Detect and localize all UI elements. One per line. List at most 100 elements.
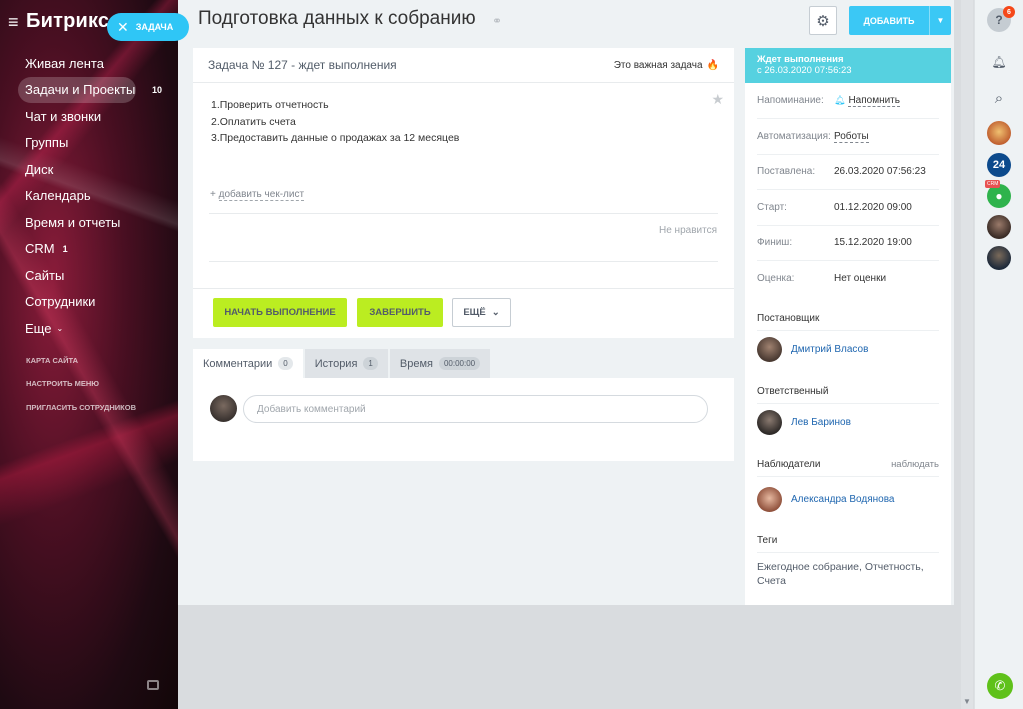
nav-item-label: Диск (25, 161, 54, 177)
create-task-label: ЗАДАЧА (135, 22, 174, 32)
tab-comments[interactable]: Комментарии 0 (193, 349, 303, 378)
nav-item-label: Сайты (25, 267, 65, 283)
add-checklist-link[interactable]: добавить чек-лист (218, 189, 305, 201)
divider (209, 213, 718, 214)
nav-item-disk[interactable]: Диск (18, 156, 168, 183)
row-key: Поставлена: (757, 166, 816, 177)
row-key: Автоматизация: (757, 131, 831, 142)
nav-item-calendar[interactable]: Календарь (18, 183, 168, 210)
responsible-person[interactable]: Лев Баринов (757, 410, 851, 435)
close-icon: ✕ (117, 18, 129, 35)
row-value[interactable]: 15.12.2020 19:00 (834, 237, 912, 248)
creator-section: Постановщик (757, 313, 939, 331)
tab-history[interactable]: История 1 (304, 349, 388, 378)
finish-button[interactable]: ЗАВЕРШИТЬ (357, 298, 443, 327)
observer-name[interactable]: Александра Водянова (791, 494, 894, 505)
link-icon[interactable]: ⚭ (492, 14, 502, 28)
right-toolbar: ? 6 🔔︎ ⌕ 24 ● CRM ✆ (974, 0, 1023, 709)
scroll-down-icon[interactable]: ▼ (963, 697, 971, 706)
nav-item-label: Календарь (25, 188, 91, 204)
reminder-link[interactable]: Напомнить (848, 95, 900, 107)
start-row: Старт: 01.12.2020 09:00 (757, 190, 939, 226)
task-header: Задача № 127 - ждет выполнения Это важна… (193, 48, 734, 83)
nav-item-time[interactable]: Время и отчеты (18, 209, 168, 236)
crm-tag: CRM (985, 180, 1001, 188)
nav-item-label: CRM (25, 241, 55, 257)
settings-button[interactable]: ⚙ (809, 6, 837, 35)
brand: ≡ Битрикс (8, 10, 109, 33)
reminder-row: Напоминание: 🔔︎ Напомнить (757, 83, 939, 119)
nav-item-feed[interactable]: Живая лента (18, 50, 168, 77)
responsible-name[interactable]: Лев Баринов (791, 417, 851, 428)
chevron-down-icon[interactable]: ▼ (929, 6, 951, 35)
tab-badge: 00:00:00 (438, 357, 481, 370)
fire-icon: 🔥 (706, 59, 719, 71)
nav-item-chat[interactable]: Чат и звонки (18, 103, 168, 130)
create-task-button[interactable]: ✕ ЗАДАЧА (107, 13, 189, 41)
avatar[interactable] (987, 246, 1011, 270)
help-icon: ? (995, 13, 1003, 27)
avatar[interactable] (987, 215, 1011, 239)
bitrix24-icon[interactable]: 24 (987, 153, 1011, 177)
tags-list[interactable]: Ежегодное собрание, Отчетность, Счета (757, 560, 939, 588)
start-button[interactable]: НАЧАТЬ ВЫПОЛНЕНИЕ (213, 298, 347, 327)
tab-time[interactable]: Время 00:00:00 (389, 349, 491, 378)
status-title: Ждет выполнения (757, 54, 844, 65)
observers-section: Наблюдатели наблюдать (757, 459, 939, 477)
invite-link[interactable]: ПРИГЛАСИТЬ СОТРУДНИКОВ (26, 403, 136, 412)
logo[interactable]: Битрикс (26, 10, 109, 33)
description-line: 2.Оплатить счета (211, 115, 296, 128)
task-heading: Задача № 127 - ждет выполнения (208, 58, 397, 72)
nav-item-label: Время и отчеты (25, 214, 121, 230)
important-flag[interactable]: Это важная задача 🔥 (614, 60, 719, 71)
tab-badge: 0 (278, 357, 293, 370)
plus-icon: + (210, 189, 216, 200)
observe-link[interactable]: наблюдать (891, 459, 939, 470)
nav-item-more[interactable]: Еще ⌄ (18, 315, 168, 342)
rating-row: Оценка: Нет оценки (757, 260, 939, 296)
status-date: с 26.03.2020 07:56:23 (757, 65, 852, 76)
tags-section: Теги (757, 535, 939, 553)
nav-item-sites[interactable]: Сайты (18, 262, 168, 289)
bell-icon[interactable]: 🔔︎ (987, 50, 1011, 74)
observers-label: Наблюдатели (757, 459, 821, 470)
printer-icon[interactable] (147, 680, 159, 690)
created-row: Поставлена: 26.03.2020 07:56:23 (757, 154, 939, 190)
avatar[interactable] (987, 121, 1011, 145)
task-description: 1.Проверить отчетность 2.Оплатить счета … (211, 97, 459, 147)
observer-person[interactable]: Александра Водянова (757, 487, 894, 512)
row-value[interactable]: Нет оценки (834, 273, 886, 284)
nav-count: 10 (152, 84, 163, 95)
sitemap-link[interactable]: КАРТА САЙТА (26, 356, 78, 365)
dislike-link[interactable]: Не нравится (659, 225, 717, 236)
add-checklist[interactable]: + добавить чек-лист (210, 189, 305, 201)
menu-icon[interactable]: ≡ (8, 13, 22, 31)
description-line: 1.Проверить отчетность (211, 99, 329, 111)
configure-menu-link[interactable]: НАСТРОИТЬ МЕНЮ (26, 379, 99, 388)
nav-item-groups[interactable]: Группы (18, 130, 168, 157)
nav-item-label: Сотрудники (25, 294, 96, 310)
star-icon[interactable]: ★ (711, 91, 724, 108)
more-button[interactable]: ЕЩЁ ⌄ (452, 298, 511, 327)
avatar (757, 487, 782, 512)
bell-icon: 🔔︎ (834, 95, 846, 105)
comment-input[interactable]: Добавить комментарий (243, 395, 708, 423)
tab-badge: 1 (363, 357, 378, 370)
comments-panel: Добавить комментарий (193, 378, 734, 461)
phone-icon[interactable]: ✆ (987, 673, 1013, 699)
nav-item-tasks[interactable]: Задачи и Проекты 10 (18, 76, 162, 103)
nav-item-label: Живая лента (25, 55, 104, 71)
row-key: Оценка: (757, 272, 795, 284)
row-value[interactable]: 01.12.2020 09:00 (834, 202, 912, 213)
nav-item-crm[interactable]: CRM 1 (18, 236, 168, 263)
creator-name[interactable]: Дмитрий Власов (791, 344, 868, 355)
robots-link[interactable]: Роботы (834, 131, 869, 143)
responsible-section: Ответственный (757, 386, 939, 404)
scrollbar[interactable] (961, 0, 973, 709)
creator-person[interactable]: Дмитрий Власов (757, 337, 868, 362)
tab-label: Время (399, 357, 433, 370)
status-badge: Ждет выполнения с 26.03.2020 07:56:23 (745, 48, 951, 83)
search-icon[interactable]: ⌕ (987, 86, 1011, 110)
nav-item-employees[interactable]: Сотрудники (18, 289, 168, 316)
add-button[interactable]: ДОБАВИТЬ ▼ (849, 6, 951, 35)
